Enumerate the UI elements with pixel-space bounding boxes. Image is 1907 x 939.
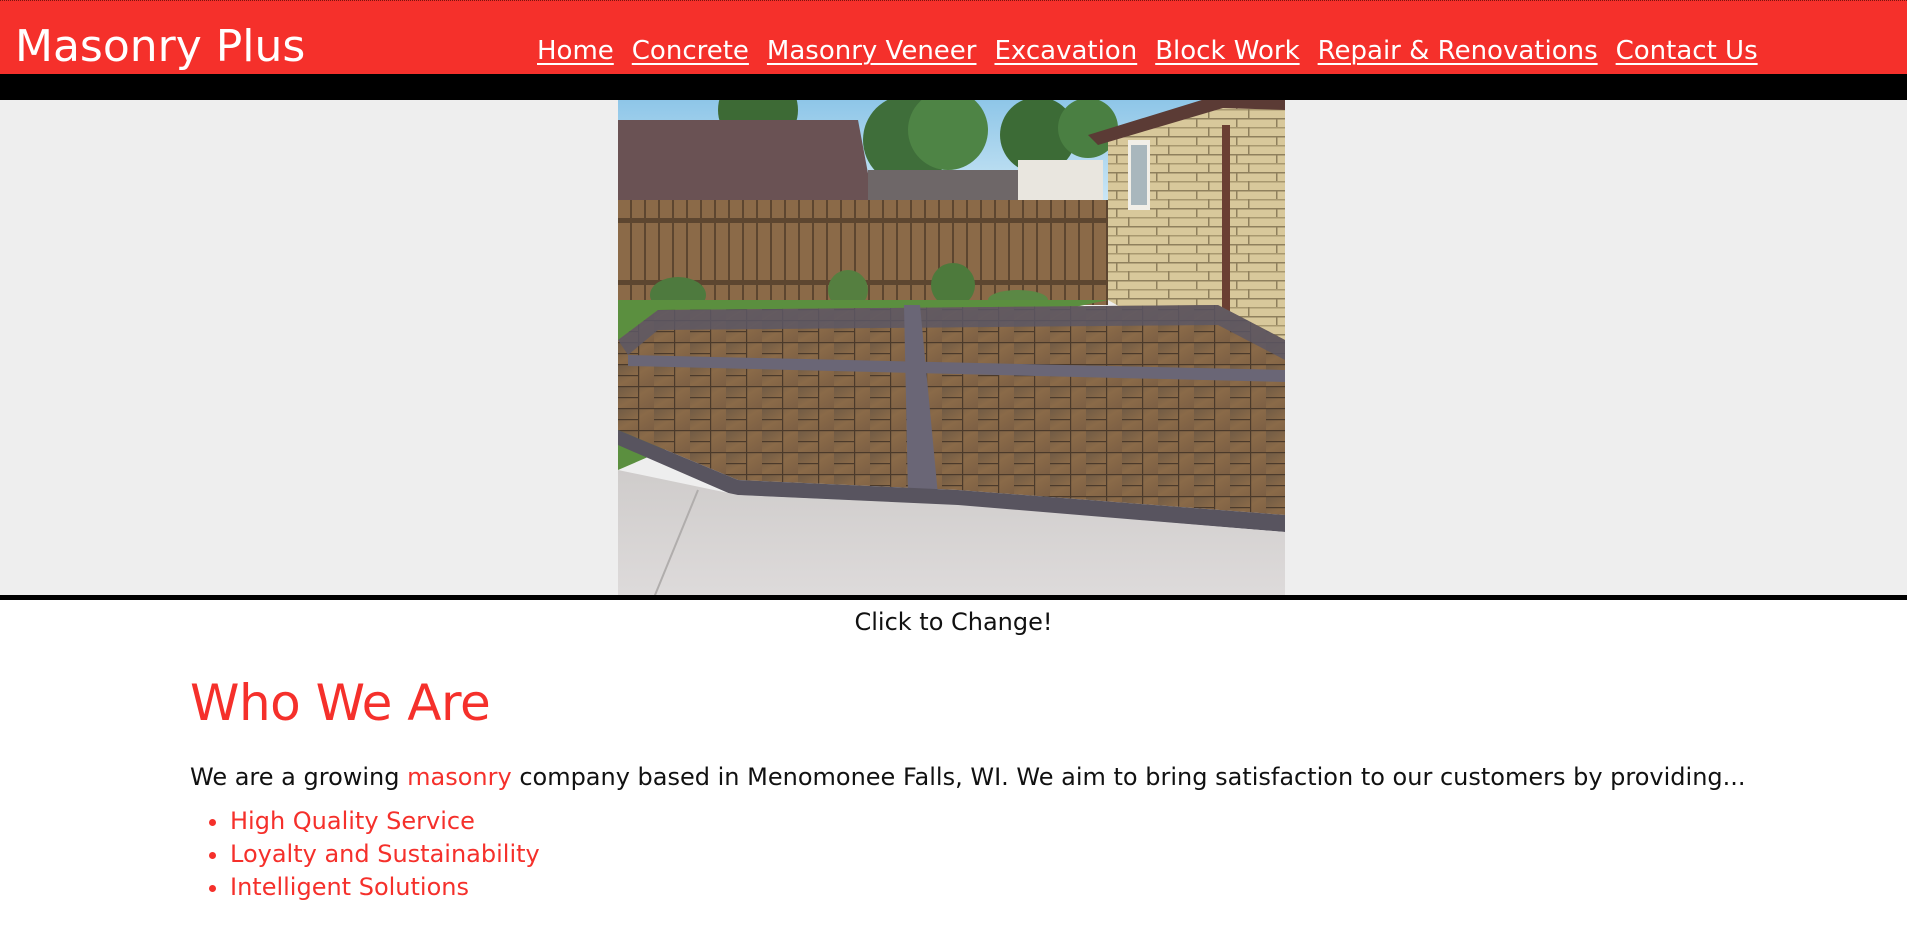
intro-text-end: company based in Menomonee Falls, WI. We… <box>511 763 1746 791</box>
intro-text-start: We are a growing <box>190 763 408 791</box>
site-logo-text[interactable]: Masonry Plus <box>15 21 305 73</box>
slider-caption[interactable]: Click to Change! <box>0 604 1907 640</box>
main-nav: Home Concrete Masonry Veneer Excavation … <box>537 33 1758 73</box>
list-item: Loyalty and Sustainability <box>230 838 1790 871</box>
stamped-concrete-patio-photo <box>618 100 1285 600</box>
nav-link-repair-renovations[interactable]: Repair & Renovations <box>1318 33 1598 73</box>
list-item: Intelligent Solutions <box>230 871 1790 904</box>
nav-link-masonry-veneer[interactable]: Masonry Veneer <box>767 33 977 73</box>
nav-link-block-work[interactable]: Block Work <box>1155 33 1299 73</box>
slider-image[interactable] <box>618 100 1285 600</box>
section-heading: Who We Are <box>190 674 491 732</box>
nav-link-home[interactable]: Home <box>537 33 614 73</box>
who-we-are-section: Who We Are We are a growing masonry comp… <box>190 665 1790 904</box>
site-header: Masonry Plus Home Concrete Masonry Venee… <box>0 0 1907 74</box>
nav-link-excavation[interactable]: Excavation <box>994 33 1137 73</box>
list-item: High Quality Service <box>230 805 1790 838</box>
value-list: High Quality Service Loyalty and Sustain… <box>190 805 1790 904</box>
nav-link-contact-us[interactable]: Contact Us <box>1616 33 1758 73</box>
nav-link-concrete[interactable]: Concrete <box>632 33 749 73</box>
header-divider-bar <box>0 74 1907 100</box>
image-slider <box>0 100 1907 600</box>
intro-paragraph: We are a growing masonry company based i… <box>190 759 1790 795</box>
slider-bottom-rule <box>0 595 1907 600</box>
masonry-highlight: masonry <box>407 763 512 791</box>
